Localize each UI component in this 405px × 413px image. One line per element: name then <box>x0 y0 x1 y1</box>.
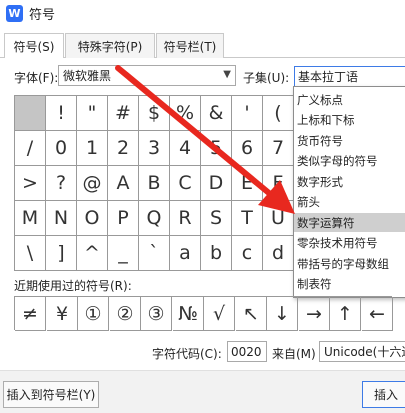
symbol-cell[interactable]: 6 <box>232 131 263 166</box>
char-code-input[interactable]: 0020 <box>227 341 267 362</box>
symbol-cell[interactable]: M <box>15 201 46 236</box>
symbol-cell[interactable]: # <box>108 96 139 131</box>
symbol-cell[interactable]: $ <box>139 96 170 131</box>
symbol-cell[interactable]: > <box>15 166 46 201</box>
symbol-cell[interactable]: F <box>263 166 294 201</box>
symbol-cell[interactable]: ` <box>139 236 170 271</box>
symbol-cell[interactable]: Q <box>139 201 170 236</box>
subset-option[interactable]: 类似字母的符号 <box>294 152 405 171</box>
insert-button[interactable]: 插入 <box>362 381 405 408</box>
symbol-cell[interactable]: 7 <box>263 131 294 166</box>
symbol-cell[interactable]: / <box>15 131 46 166</box>
symbol-cell[interactable]: " <box>77 96 108 131</box>
subset-select[interactable]: 基本拉丁语 <box>294 66 405 87</box>
symbol-cell[interactable] <box>15 96 46 131</box>
subset-option[interactable]: 广义标点 <box>294 90 405 109</box>
window-title: 符号 <box>29 7 56 23</box>
subset-label: 子集(U): <box>243 71 290 85</box>
symbol-cell[interactable]: c <box>232 236 263 271</box>
symbol-cell[interactable]: 1 <box>77 131 108 166</box>
subset-option[interactable]: 零杂技术用符号 <box>294 234 405 253</box>
symbol-cell[interactable]: b <box>201 236 232 271</box>
recent-symbol-cell[interactable]: ③ <box>141 297 172 331</box>
subset-option[interactable]: 上标和下标 <box>294 111 405 130</box>
tab-symbols[interactable]: 符号(S) <box>4 33 64 59</box>
dialog-footer: 插入到符号栏(Y) 插入 <box>0 370 405 413</box>
subset-option[interactable]: 带括号的字母数组 <box>294 254 405 273</box>
from-select[interactable]: Unicode(十六进 <box>319 341 405 362</box>
subset-option[interactable]: 数字形式 <box>294 172 405 191</box>
symbol-cell[interactable]: B <box>139 166 170 201</box>
font-select-value: 微软雅黑 <box>63 69 112 83</box>
symbol-cell[interactable]: E <box>232 166 263 201</box>
subset-dropdown: 广义标点上标和下标 货币符号类似字母的符号 数字形式箭头 数字运算符零杂技术用符号 带括… <box>293 86 405 298</box>
symbol-cell[interactable]: A <box>108 166 139 201</box>
symbol-cell[interactable]: ^ <box>77 236 108 271</box>
char-code-label: 字符代码(C): <box>152 347 222 361</box>
symbol-cell[interactable]: 0 <box>46 131 77 166</box>
subset-option[interactable]: 货币符号 <box>294 131 405 150</box>
symbol-cell[interactable]: ( <box>263 96 294 131</box>
symbol-cell[interactable]: O <box>77 201 108 236</box>
recent-symbol-cell[interactable]: ① <box>78 297 109 331</box>
recent-symbol-cell[interactable]: ← <box>362 297 393 331</box>
subset-option[interactable]: 制表符 <box>294 275 405 294</box>
symbol-cell[interactable]: % <box>170 96 201 131</box>
symbol-cell[interactable]: R <box>170 201 201 236</box>
tab-bar: 符号(S) 特殊字符(P) 符号栏(T) <box>0 33 405 59</box>
symbol-cell[interactable]: d <box>263 236 294 271</box>
recent-symbol-cell[interactable]: ② <box>110 297 141 331</box>
symbol-cell[interactable]: 3 <box>139 131 170 166</box>
symbol-cell[interactable]: 5 <box>201 131 232 166</box>
symbol-cell[interactable]: S <box>201 201 232 236</box>
font-label: 字体(F): <box>14 71 59 85</box>
font-select[interactable]: 微软雅黑 ▼ <box>58 65 236 86</box>
recent-symbol-cell[interactable]: √ <box>204 297 235 331</box>
insert-to-symbol-bar-button[interactable]: 插入到符号栏(Y) <box>3 381 99 408</box>
tab-special-chars[interactable]: 特殊字符(P) <box>65 33 155 58</box>
recent-symbol-cell[interactable]: ≠ <box>15 297 46 331</box>
recent-symbol-cell[interactable]: № <box>173 297 204 331</box>
symbol-cell[interactable]: & <box>201 96 232 131</box>
symbol-cell[interactable]: U <box>263 201 294 236</box>
symbol-cell[interactable]: P <box>108 201 139 236</box>
chevron-down-icon: ▼ <box>223 69 231 80</box>
symbol-cell[interactable]: \ <box>15 236 46 271</box>
subset-option[interactable]: 数字运算符 <box>294 213 405 232</box>
symbol-cell[interactable]: 4 <box>170 131 201 166</box>
symbol-cell[interactable]: @ <box>77 166 108 201</box>
title-bar: W 符号 <box>0 0 405 26</box>
recent-symbols-label: 近期使用过的符号(R): <box>14 279 132 293</box>
symbol-cell[interactable]: ' <box>232 96 263 131</box>
subset-select-value: 基本拉丁语 <box>298 70 359 84</box>
symbol-cell[interactable]: N <box>46 201 77 236</box>
wps-app-icon: W <box>6 4 23 22</box>
symbol-cell[interactable]: T <box>232 201 263 236</box>
symbol-cell[interactable]: _ <box>108 236 139 271</box>
recent-symbol-cell[interactable]: ↑ <box>330 297 361 331</box>
symbol-cell[interactable]: a <box>170 236 201 271</box>
subset-option[interactable]: 箭头 <box>294 193 405 212</box>
recent-symbol-cell[interactable]: ↖ <box>236 297 267 331</box>
symbol-cell[interactable]: C <box>170 166 201 201</box>
tab-symbol-bar[interactable]: 符号栏(T) <box>156 33 224 58</box>
symbol-grid: !"#$%&'()/012345678>?@ABCDEFGMNOPQRSTUV\… <box>14 95 325 271</box>
symbol-cell[interactable]: ] <box>46 236 77 271</box>
symbol-cell[interactable]: ! <box>46 96 77 131</box>
recent-symbol-cell[interactable]: ¥ <box>47 297 78 331</box>
symbol-cell[interactable]: 2 <box>108 131 139 166</box>
recent-symbol-cell[interactable]: ↓ <box>267 297 298 331</box>
symbol-cell[interactable]: D <box>201 166 232 201</box>
recent-symbols-row: ≠ ¥ ① ② ③ № √ ↖ ↓ → ↑ ← <box>14 296 393 331</box>
recent-symbol-cell[interactable]: → <box>299 297 330 331</box>
from-label: 来自(M) <box>272 347 316 361</box>
symbol-cell[interactable]: ? <box>46 166 77 201</box>
